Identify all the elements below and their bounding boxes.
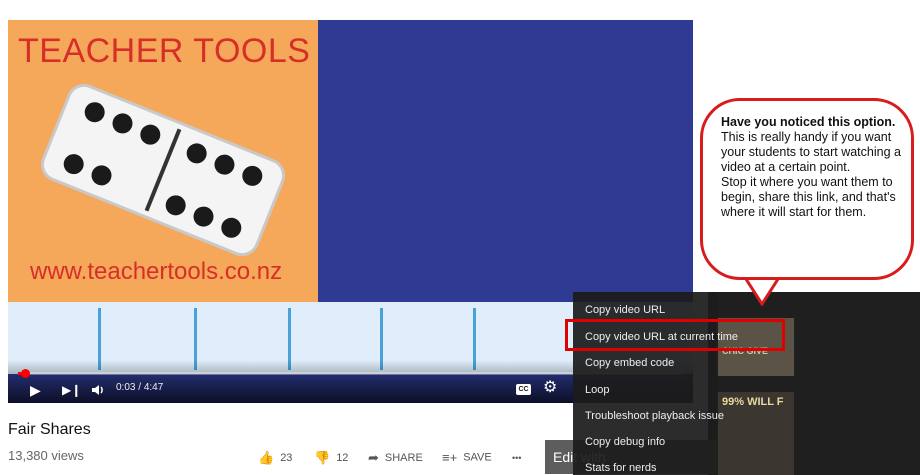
video-thumbnail: TEACHER TOOLS www.teachertools.co.nz [8,20,318,302]
time-total: 4:47 [143,382,164,393]
like-button[interactable]: 👍 23 [258,450,292,466]
thumbs-up-icon: 👍 [258,450,275,465]
captions-icon[interactable]: CC [516,384,531,395]
callout-text: Have you noticed this option. This is re… [721,115,901,220]
play-icon[interactable]: ▶ [30,381,41,399]
playlist-add-icon: ≡+ [442,450,458,465]
thumbs-down-icon: 👎 [314,450,331,465]
menu-item-debug-info[interactable]: Copy debug info [585,436,665,448]
volume-icon[interactable] [90,382,106,398]
speech-callout: Have you noticed this option. This is re… [700,98,914,280]
menu-item-troubleshoot[interactable]: Troubleshoot playback issue [585,410,724,422]
highlight-box [565,319,785,351]
thumbnail-url: www.teachertools.co.nz [30,258,283,285]
share-button[interactable]: ➦ SHARE [368,450,423,466]
callout-body-2: Stop it where you want them to begin, sh… [721,175,896,219]
dislike-button[interactable]: 👎 12 [314,450,348,466]
settings-gear-icon[interactable]: ⚙ [543,379,557,397]
save-label: SAVE [463,451,492,464]
time-display: 0:03 / 4:47 [116,382,163,393]
more-actions-button[interactable]: ••• [512,453,521,463]
progress-scrubber[interactable] [21,369,30,378]
time-current: 0:03 [116,382,136,393]
menu-item-copy-embed[interactable]: Copy embed code [585,357,674,369]
next-icon[interactable]: ▶❙ [62,381,81,399]
thumbnail-title: TEACHER TOOLS [18,32,311,70]
dislike-count: 12 [336,451,349,464]
share-label: SHARE [384,451,423,464]
callout-tail [742,276,782,306]
callout-heading: Have you noticed this option. [721,115,896,129]
menu-item-loop[interactable]: Loop [585,384,609,396]
view-count: 13,380 views [8,448,84,463]
share-arrow-icon: ➦ [368,450,379,465]
menu-item-copy-url[interactable]: Copy video URL [585,304,665,316]
callout-body: This is really handy if you want your st… [721,130,901,174]
like-count: 23 [280,451,293,464]
domino-image [40,83,286,257]
video-title: Fair Shares [8,421,91,438]
save-button[interactable]: ≡+ SAVE [442,450,492,465]
more-icon: ••• [512,453,522,463]
menu-item-stats[interactable]: Stats for nerds [585,462,657,474]
ad-text: 99% WILL F [722,396,784,408]
